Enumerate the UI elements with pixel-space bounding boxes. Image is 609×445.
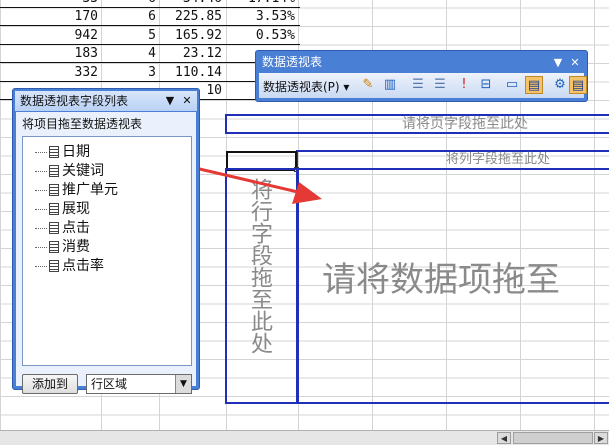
field-list-body: 将项目拖至数据透视表 日期 关键词 推广单元 展现 点击 消费 点击率 添加到 … — [16, 112, 196, 394]
table-cell[interactable]: 165.92 — [160, 27, 222, 45]
table-cell[interactable]: 6 — [102, 0, 156, 8]
refresh-data-icon[interactable]: ! — [455, 76, 473, 94]
field-label: 日期 — [62, 144, 90, 160]
page-field-hint: 请将页字段拖至此处 — [402, 116, 528, 132]
field-item-cost[interactable]: 消费 — [35, 238, 90, 256]
table-cell[interactable]: 183 — [40, 45, 98, 63]
pivot-table-menu[interactable]: 数据透视表(P) ▾ — [263, 78, 349, 95]
row-field-drop-zone[interactable]: 将行字段拖至此处 — [225, 168, 299, 404]
show-detail-icon[interactable]: ☰ — [431, 76, 449, 94]
field-icon — [49, 241, 59, 253]
table-cell[interactable]: 0.53% — [227, 27, 295, 45]
field-list-hint: 将项目拖至数据透视表 — [22, 117, 143, 131]
field-label: 点击率 — [62, 258, 104, 274]
table-cell[interactable]: 33 — [40, 0, 98, 8]
table-cell[interactable]: 23.12 — [160, 45, 222, 63]
scroll-left-icon[interactable]: ◀ — [497, 432, 511, 444]
dropdown-arrow-icon[interactable]: ▼ — [551, 55, 565, 71]
toolbar-title: 数据透视表 — [262, 55, 323, 69]
field-settings-icon[interactable]: ▭ — [503, 76, 521, 94]
column-field-hint: 将列字段拖至此处 — [446, 152, 551, 167]
table-cell[interactable]: 332 — [40, 64, 98, 82]
field-icon — [49, 165, 59, 177]
field-label: 消费 — [62, 239, 90, 255]
field-item-date[interactable]: 日期 — [35, 143, 90, 161]
format-report-icon[interactable]: ✎ — [359, 76, 377, 94]
show-field-list-icon[interactable]: ▤ — [569, 76, 587, 94]
field-icon — [49, 203, 59, 215]
field-label: 关键词 — [62, 163, 104, 179]
row-field-hint: 将行字段拖至此处 — [247, 178, 272, 354]
table-cell[interactable]: 3 — [102, 64, 156, 82]
field-item-clicks[interactable]: 点击 — [35, 219, 90, 237]
field-item-impressions[interactable]: 展现 — [35, 200, 90, 218]
page-field-drop-zone[interactable]: 请将页字段拖至此处 — [225, 114, 609, 134]
field-list-toggle-icon[interactable]: ▤ — [525, 76, 543, 94]
area-select[interactable]: 行区域 ▼ — [86, 374, 192, 394]
data-field-hint: 请将数据项拖至 — [322, 260, 560, 300]
field-icon — [49, 146, 59, 158]
field-tree[interactable]: 日期 关键词 推广单元 展现 点击 消费 点击率 — [22, 136, 192, 366]
field-icon — [49, 222, 59, 234]
pivot-menu-label: 数据透视表(P) — [263, 80, 340, 94]
table-cell[interactable]: 4 — [102, 45, 156, 63]
field-list-titlebar[interactable]: 数据透视表字段列表 ▼ ✕ — [15, 91, 197, 111]
field-item-keyword[interactable]: 关键词 — [35, 162, 104, 180]
table-cell[interactable]: 170 — [40, 8, 98, 26]
toolbar-titlebar[interactable]: 数据透视表 ▼ ✕ — [258, 53, 585, 72]
field-item-ad-unit[interactable]: 推广单元 — [35, 181, 118, 199]
dropdown-arrow-icon[interactable]: ▼ — [163, 93, 177, 109]
area-select-value: 行区域 — [91, 377, 128, 391]
hide-detail-icon[interactable]: ☰ — [409, 76, 427, 94]
table-cell[interactable]: 5 — [102, 27, 156, 45]
table-cell[interactable]: 942 — [40, 27, 98, 45]
table-cell[interactable]: 225.85 — [160, 8, 222, 26]
field-label: 推广单元 — [62, 182, 118, 198]
pivot-field-list-panel[interactable]: 数据透视表字段列表 ▼ ✕ 将项目拖至数据透视表 日期 关键词 推广单元 展现 … — [12, 88, 200, 394]
field-icon — [49, 184, 59, 196]
field-label: 展现 — [62, 201, 90, 217]
pivot-table-toolbar[interactable]: 数据透视表 ▼ ✕ 数据透视表(P) ▾ ✎ ▥ ☰ ☰ ! ⊟ ▭ ▤ ⚙ ▤ — [255, 50, 588, 102]
field-item-ctr[interactable]: 点击率 — [35, 257, 104, 275]
table-cell[interactable]: 34.46 — [160, 0, 222, 8]
field-list-title: 数据透视表字段列表 — [20, 94, 129, 108]
add-to-button[interactable]: 添加到 — [22, 374, 78, 394]
close-icon[interactable]: ✕ — [568, 55, 582, 71]
scroll-right-icon[interactable]: ▶ — [594, 432, 608, 444]
field-icon — [49, 260, 59, 272]
table-cell[interactable]: 17.14% — [227, 0, 295, 8]
table-cell[interactable]: 6 — [102, 8, 156, 26]
close-icon[interactable]: ✕ — [180, 93, 194, 109]
field-label: 点击 — [62, 220, 90, 236]
scroll-thumb[interactable] — [513, 432, 593, 444]
horizontal-scrollbar[interactable]: ◀ ▶ — [0, 430, 609, 445]
data-drop-zone[interactable]: 请将数据项拖至 — [296, 168, 609, 404]
toolbar-bar: 数据透视表(P) ▾ ✎ ▥ ☰ ☰ ! ⊟ ▭ ▤ ⚙ ▤ — [259, 73, 587, 98]
table-cell[interactable]: 3.53% — [227, 8, 295, 26]
dropdown-arrow-icon[interactable]: ▼ — [175, 375, 191, 393]
table-cell[interactable]: 110.14 — [160, 64, 222, 82]
include-hidden-icon[interactable]: ⊟ — [477, 76, 495, 94]
column-field-drop-zone[interactable]: 将列字段拖至此处 — [296, 150, 609, 170]
table-options-icon[interactable]: ⚙ — [551, 76, 569, 94]
chart-wizard-icon[interactable]: ▥ — [381, 76, 399, 94]
